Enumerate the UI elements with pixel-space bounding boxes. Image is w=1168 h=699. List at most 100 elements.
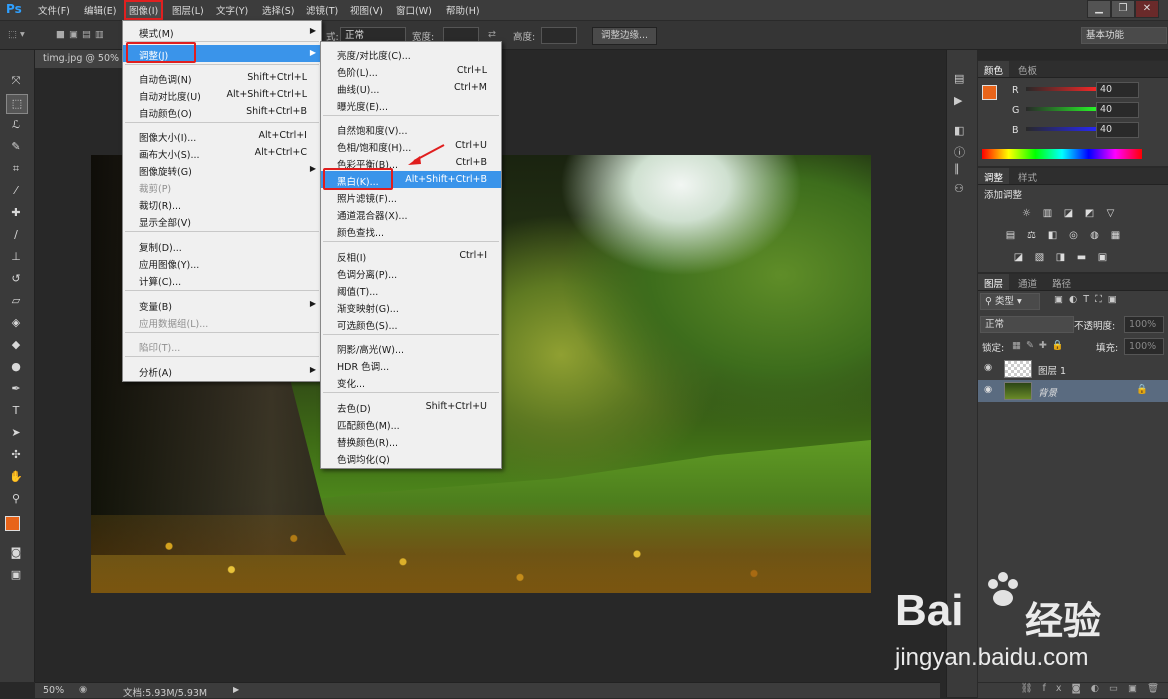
move-tool-icon[interactable]: ⤧ [6,72,26,90]
layer-filter-icons[interactable]: ▣◐T⛶▣ [1054,294,1123,305]
menu-layer[interactable]: 图层(L) [172,3,204,17]
properties-icon[interactable]: ◧ [954,124,964,137]
channel-r-input[interactable]: 40 [1096,82,1139,98]
menu-item-shadows-highlights[interactable]: 阴影/高光(W)... [321,339,501,356]
eye-icon[interactable]: ◉ [984,384,992,395]
channel-b-input[interactable]: 40 [1096,122,1139,138]
lock-icons[interactable]: ▦✎✚🔒 [1012,340,1069,351]
menu-item-auto-contrast[interactable]: 自动对比度(U) Alt+Shift+Ctrl+L [123,86,321,103]
menu-item-brightness-contrast[interactable]: 亮度/对比度(C)... [321,45,501,62]
hue-sat-icon[interactable]: ⚖ [1023,230,1040,242]
marquee-tool-icon[interactable]: ⬚ ▾ [8,29,25,40]
status-arrow-icon[interactable]: ▶ [233,685,239,694]
refine-edge-button[interactable]: 调整边缘... [592,27,658,45]
screen-mode-icon[interactable]: ▣ [6,566,26,584]
menu-item-apply-image[interactable]: 应用图像(Y)... [123,254,321,271]
tab-styles[interactable]: 样式 [1012,168,1043,184]
zoom-level[interactable]: 50% [43,685,64,696]
menu-item-variations[interactable]: 变化... [321,373,501,390]
fg-color-swatch[interactable] [982,85,997,100]
layer-name[interactable]: 图层 1 [1038,363,1066,377]
history-brush-icon[interactable]: ↺ [6,270,26,288]
pen-tool-icon[interactable]: ✒ [6,380,26,398]
menu-item-image-rotation[interactable]: 图像旋转(G) ▶ [123,161,321,178]
menu-item-auto-color[interactable]: 自动颜色(O) Shift+Ctrl+B [123,103,321,120]
menu-item-trim[interactable]: 裁切(R)... [123,195,321,212]
foreground-color-swatch[interactable] [5,516,20,531]
tab-channels[interactable]: 通道 [1012,274,1043,290]
paint-bucket-icon[interactable]: ◈ [6,314,26,332]
channel-mixer-icon[interactable]: ◍ [1086,230,1103,242]
photo-filter-icon[interactable]: ◎ [1065,230,1082,242]
menu-edit[interactable]: 编辑(E) [84,3,116,17]
menu-item-exposure[interactable]: 曝光度(E)... [321,96,501,113]
layer-row[interactable]: ◉ 图层 1 [978,358,1168,381]
workspace-select[interactable]: 基本功能 [1081,27,1167,44]
tab-layers[interactable]: 图层 [978,274,1010,290]
eraser-tool-icon[interactable]: ▱ [6,292,26,310]
menu-item-gradient-map[interactable]: 渐变映射(G)... [321,298,501,315]
type-tool-icon[interactable]: T [6,402,26,420]
curves-icon[interactable]: ◪ [1060,208,1077,220]
menu-image[interactable]: 图像(I) [124,0,164,20]
tab-adjustments[interactable]: 调整 [978,168,1010,184]
selection-mode-icons[interactable]: ■▣▤▥ [56,29,108,40]
hand-tool-icon[interactable]: ✋ [6,468,26,486]
layer-name[interactable]: 背景 [1038,385,1057,399]
lasso-tool-icon[interactable]: ℒ [6,116,26,134]
menu-item-reveal-all[interactable]: 显示全部(V) [123,212,321,229]
eyedropper-tool-icon[interactable]: ⁄ [6,182,26,200]
menu-item-desaturate[interactable]: 去色(D) Shift+Ctrl+U [321,398,501,415]
menu-select[interactable]: 选择(S) [262,3,294,17]
menu-item-image-size[interactable]: 图像大小(I)... Alt+Ctrl+I [123,127,321,144]
vibrance-icon[interactable]: ▤ [1002,230,1019,242]
menu-file[interactable]: 文件(F) [38,3,70,17]
blur-tool-icon[interactable]: ◆ [6,336,26,354]
info-icon[interactable]: ⓘ [954,144,965,160]
menu-item-hdr-toning[interactable]: HDR 色调... [321,356,501,373]
menu-item-posterize[interactable]: 色调分离(P)... [321,264,501,281]
brush-preset-icon[interactable]: ∥ [954,162,960,175]
minimize-button[interactable]: ▁ [1087,0,1111,18]
menu-item-replace-color[interactable]: 替换颜色(R)... [321,432,501,449]
menu-item-photo-filter[interactable]: 照片滤镜(F)... [321,188,501,205]
gradient-map-icon[interactable]: ▬ [1073,252,1090,264]
posterize-icon[interactable]: ▧ [1031,252,1048,264]
menu-item-black-white[interactable]: 黑白(K)... Alt+Shift+Ctrl+B [321,171,501,188]
menu-item-threshold[interactable]: 阈值(T)... [321,281,501,298]
shape-tool-icon[interactable]: ✣ [6,446,26,464]
color-spectrum-bar[interactable] [982,149,1142,159]
tab-color[interactable]: 颜色 [978,61,1010,77]
menu-item-equalize[interactable]: 色调均化(Q) [321,449,501,466]
eye-icon[interactable]: ◉ [984,362,992,373]
menu-item-mode[interactable]: 模式(M) ▶ [123,23,321,40]
exposure-icon[interactable]: ◩ [1081,208,1098,220]
menu-item-canvas-size[interactable]: 画布大小(S)... Alt+Ctrl+C [123,144,321,161]
clone-stamp-icon[interactable]: ⊥ [6,248,26,266]
swap-icon[interactable]: ⇄ [488,29,496,40]
layer-filter-select[interactable]: ⚲ 类型 ▾ [980,293,1040,310]
gradient-triangle-icon[interactable]: ▽ [1102,208,1119,220]
channel-g-input[interactable]: 40 [1096,102,1139,118]
threshold-icon[interactable]: ◨ [1052,252,1069,264]
menu-item-levels[interactable]: 色阶(L)... Ctrl+L [321,62,501,79]
menu-item-selective-color[interactable]: 可选颜色(S)... [321,315,501,332]
blend-mode-select[interactable]: 正常 [980,316,1074,333]
menu-item-color-lookup[interactable]: 颜色查找... [321,222,501,239]
brush-tool-icon[interactable]: ∕ [6,226,26,244]
brightness-icon[interactable]: ☼ [1018,208,1035,220]
quick-select-tool-icon[interactable]: ✎ [6,138,26,156]
invert-icon[interactable]: ◪ [1010,252,1027,264]
channel-b-slider[interactable] [1026,127,1100,131]
selective-color-icon[interactable]: ▣ [1094,252,1111,264]
menu-item-invert[interactable]: 反相(I) Ctrl+I [321,247,501,264]
zoom-tool-icon[interactable]: ⚲ [6,490,26,508]
black-white-icon[interactable]: ◧ [1044,230,1061,242]
menu-help[interactable]: 帮助(H) [446,3,480,17]
channel-r-slider[interactable] [1026,87,1100,91]
history-icon[interactable]: ▤ [954,72,964,85]
opacity-input[interactable]: 100% [1124,316,1164,333]
menu-view[interactable]: 视图(V) [350,3,383,17]
crop-tool-icon[interactable]: ⌗ [6,160,26,178]
tab-swatches[interactable]: 色板 [1012,61,1043,77]
